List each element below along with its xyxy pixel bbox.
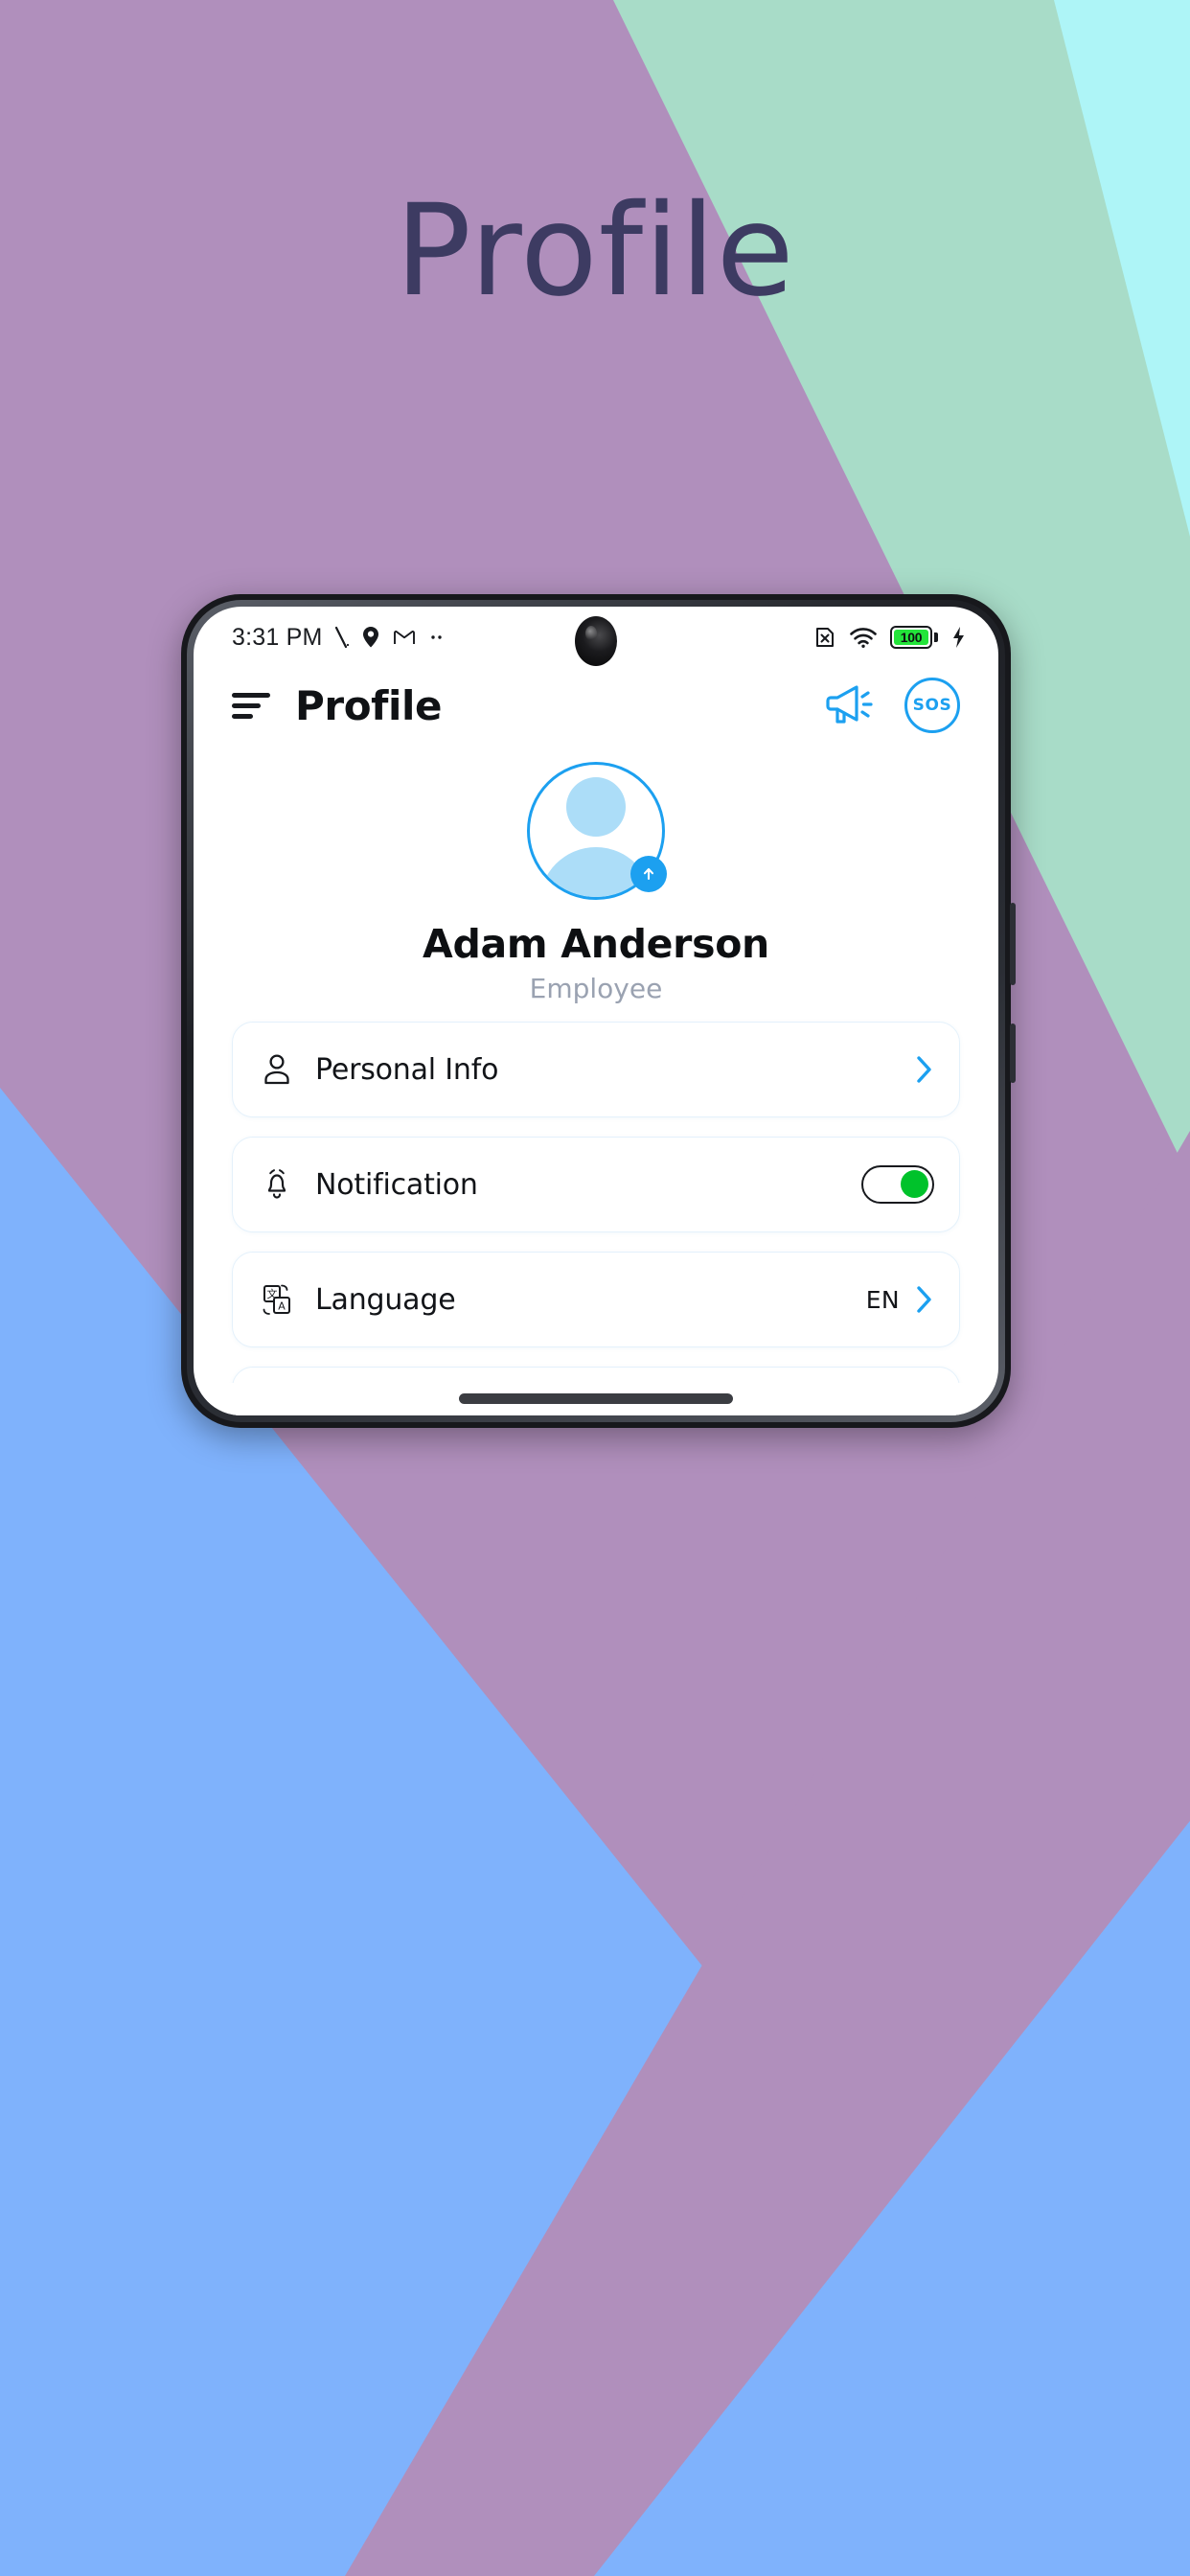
language-value: EN: [865, 1285, 900, 1314]
menu-item-language[interactable]: 文 A Language EN: [232, 1252, 960, 1347]
gmail-icon: [393, 631, 415, 644]
app-header: Profile SOS: [194, 668, 998, 745]
status-time: 3:31 PM: [232, 623, 323, 651]
svg-text:文: 文: [267, 1287, 278, 1300]
phone-mockup: 3:31 PM 100 Profile SOS Adam Anderson Em…: [181, 594, 1016, 1428]
sdcard-off-icon: [816, 628, 834, 647]
battery-level: 100: [900, 630, 923, 645]
megaphone-icon[interactable]: [818, 679, 876, 731]
location-pin-icon: [362, 627, 378, 648]
camera-notch: [575, 616, 617, 666]
hamburger-line-2: [232, 703, 261, 708]
menu-label: Notification: [315, 1167, 478, 1202]
phone-screen: 3:31 PM 100 Profile SOS Adam Anderson Em…: [194, 607, 998, 1415]
power-button[interactable]: [1010, 903, 1016, 985]
profile-role: Employee: [529, 973, 663, 1004]
app-header-actions: SOS: [818, 678, 960, 733]
hamburger-menu-icon[interactable]: [232, 691, 270, 720]
menu-item-control: [861, 1165, 934, 1204]
bell-icon: [258, 1165, 296, 1204]
battery-indicator: 100: [890, 626, 938, 649]
person-icon: [258, 1050, 296, 1089]
avatar-head-shape: [566, 777, 626, 837]
menu-label: Personal Info: [315, 1052, 499, 1087]
translate-icon: 文 A: [258, 1280, 296, 1319]
settings-menu: Personal Info Notification 文 A Language …: [194, 1004, 998, 1415]
volume-button[interactable]: [1010, 1024, 1016, 1083]
upload-arrow-glyph: [643, 867, 654, 881]
menu-item-control: EN: [866, 1283, 934, 1316]
profile-summary: Adam Anderson Employee: [194, 745, 998, 1004]
chevron-right-icon[interactable]: [913, 1283, 934, 1316]
status-bar-right: 100: [813, 625, 966, 650]
sos-label: SOS: [912, 696, 952, 715]
wifi-icon: [850, 628, 877, 648]
status-bar: 3:31 PM 100: [194, 607, 998, 668]
sos-button[interactable]: SOS: [904, 678, 960, 733]
profile-name: Adam Anderson: [423, 921, 769, 967]
avatar-wrapper[interactable]: [527, 762, 667, 900]
page-title: Profile: [395, 177, 795, 325]
menu-item-notification[interactable]: Notification: [232, 1137, 960, 1232]
mute-slash-icon: [334, 626, 349, 649]
menu-item-control: [913, 1053, 934, 1086]
hamburger-line-1: [232, 693, 270, 698]
menu-label: Language: [315, 1282, 456, 1317]
hamburger-line-3: [232, 714, 253, 719]
chevron-right-icon[interactable]: [913, 1053, 934, 1086]
upload-arrow-icon[interactable]: [630, 856, 667, 892]
notification-toggle[interactable]: [861, 1165, 934, 1204]
status-bar-left: 3:31 PM: [232, 624, 446, 652]
svg-text:A: A: [278, 1300, 286, 1313]
toggle-knob: [901, 1170, 928, 1199]
poster-canvas: Profile 3:31 PM 100 Profile SOS Adam And…: [0, 0, 1190, 2576]
charging-bolt-icon: [953, 627, 964, 648]
battery-cap: [934, 632, 938, 642]
more-dots-icon: [430, 635, 442, 639]
gesture-home-bar[interactable]: [459, 1393, 733, 1404]
battery-icon: 100: [890, 626, 932, 649]
menu-item-personal-info[interactable]: Personal Info: [232, 1022, 960, 1117]
app-title: Profile: [295, 681, 443, 729]
